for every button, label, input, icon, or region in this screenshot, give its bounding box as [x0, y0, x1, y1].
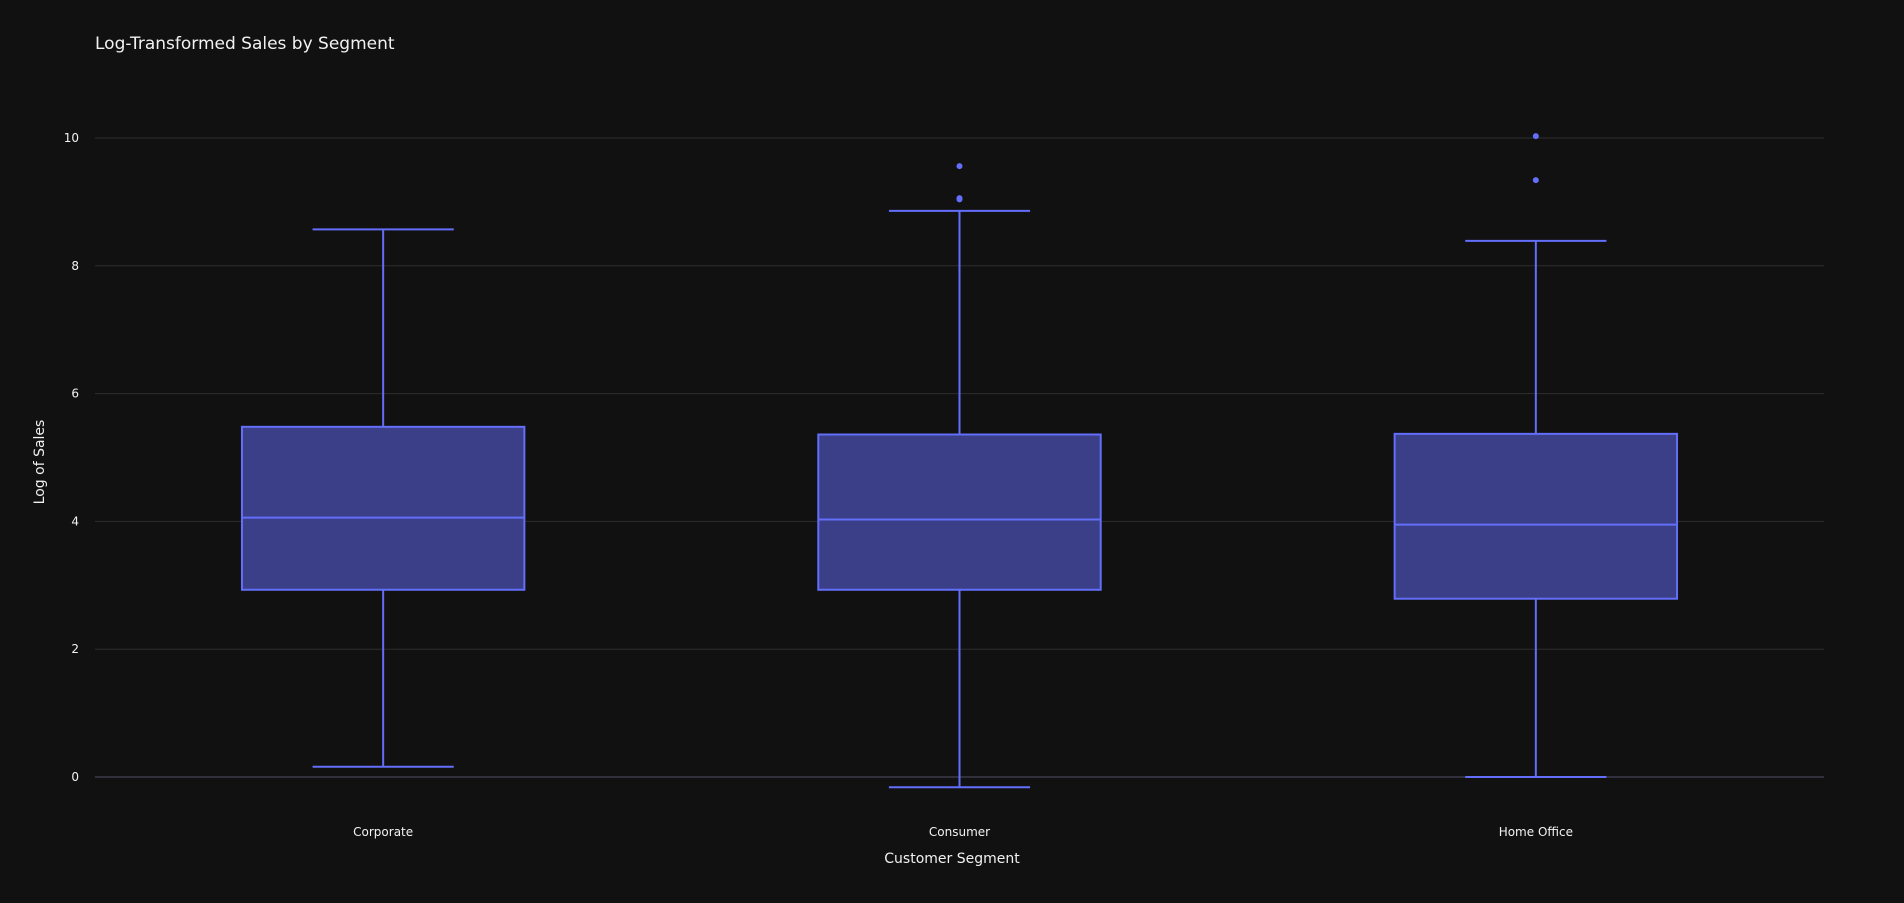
- x-tick-label: Corporate: [353, 825, 413, 839]
- iqr-box: [240, 425, 526, 591]
- chart-title: Log-Transformed Sales by Segment: [95, 34, 395, 54]
- y-tick-label: 6: [71, 387, 79, 401]
- x-tick-label: Home Office: [1499, 825, 1573, 839]
- y-tick-label: 2: [71, 642, 79, 656]
- outlier-point: [1532, 133, 1539, 140]
- y-tick-label: 4: [71, 514, 79, 528]
- x-axis-title: Customer Segment: [884, 851, 1020, 867]
- iqr-box: [1393, 432, 1679, 600]
- outlier-point: [956, 163, 963, 170]
- y-axis-title: Log of Sales: [32, 420, 48, 505]
- outlier-point: [1532, 177, 1539, 184]
- box-plot-chart: 0 2 4 6 8 10 Corporate Consumer Home Office Log-…: [0, 0, 1904, 903]
- iqr-box: [817, 433, 1102, 591]
- outlier-point: [956, 195, 963, 202]
- y-tick-label: 0: [71, 770, 79, 784]
- y-tick-label: 10: [64, 131, 79, 145]
- x-tick-label: Consumer: [929, 825, 990, 839]
- y-tick-label: 8: [71, 259, 79, 273]
